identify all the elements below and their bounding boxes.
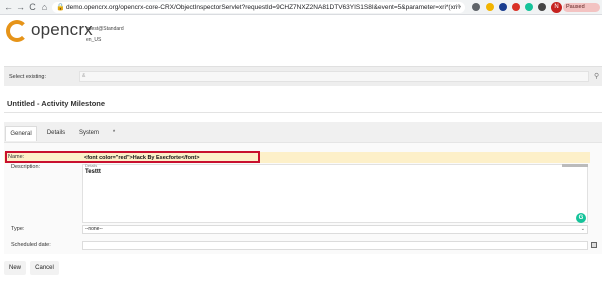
grammarly-icon[interactable]: G xyxy=(576,213,586,223)
url-text: demo.opencrx.org/opencrx-core-CRX/Object… xyxy=(66,4,461,11)
user-info: guest@Standard en_US xyxy=(86,24,124,46)
scheduled-date-input[interactable] xyxy=(82,241,588,250)
description-textarea[interactable]: Details Testtt xyxy=(82,164,588,223)
tab-system[interactable]: System xyxy=(73,126,105,141)
opencrx-logo-icon xyxy=(6,20,28,42)
cancel-button[interactable]: Cancel xyxy=(30,261,59,275)
type-label: Type: xyxy=(11,226,25,232)
puzzle-icon[interactable] xyxy=(538,3,546,11)
select-existing-input[interactable]: & xyxy=(79,71,589,82)
tab-details[interactable]: Details xyxy=(40,126,72,141)
share-icon[interactable] xyxy=(472,3,480,11)
page-title: Untitled - Activity Milestone xyxy=(7,99,106,108)
address-bar[interactable]: 🔒 demo.opencrx.org/opencrx-core-CRX/Obje… xyxy=(52,2,465,13)
chevron-down-icon: ⌄ xyxy=(580,226,585,232)
new-button[interactable]: New xyxy=(4,261,26,275)
type-select[interactable]: --none-- ⌄ xyxy=(82,225,588,234)
paused-badge[interactable]: Paused xyxy=(563,3,600,12)
forward-icon[interactable]: → xyxy=(15,2,26,13)
red-highlight-box xyxy=(5,151,260,163)
tab-more[interactable]: * xyxy=(106,126,122,141)
scheduled-date-label: Scheduled date: xyxy=(11,242,51,248)
select-existing-placeholder: & xyxy=(82,73,86,79)
reload-icon[interactable]: C xyxy=(27,2,38,13)
title-divider xyxy=(4,112,602,113)
resize-grip[interactable] xyxy=(562,164,588,167)
logo-text: opencrx xyxy=(31,20,93,39)
description-top-label: Details xyxy=(85,163,98,168)
calendar-icon[interactable] xyxy=(591,242,597,248)
user-name: guest@Standard xyxy=(86,26,124,32)
user-locale: en_US xyxy=(86,37,102,43)
back-icon[interactable]: ← xyxy=(3,2,14,13)
select-existing-bar: Select existing: & ⚲ xyxy=(4,66,602,86)
extension-icon[interactable] xyxy=(499,3,507,11)
extension-icon[interactable] xyxy=(512,3,520,11)
home-icon[interactable]: ⌂ xyxy=(39,2,50,13)
profile-avatar[interactable]: N xyxy=(551,2,562,13)
description-value: Testtt xyxy=(85,169,101,175)
select-existing-label: Select existing: xyxy=(9,74,46,80)
lock-icon: 🔒 xyxy=(56,4,65,11)
search-icon[interactable]: ⚲ xyxy=(594,72,599,81)
description-label: Description: xyxy=(11,164,41,170)
star-icon[interactable] xyxy=(486,3,494,11)
grammarly-icon[interactable] xyxy=(525,3,533,11)
type-select-value: --none-- xyxy=(85,226,103,232)
browser-toolbar: ← → C ⌂ 🔒 demo.opencrx.org/opencrx-core-… xyxy=(0,0,602,15)
tab-general[interactable]: General xyxy=(5,126,37,141)
